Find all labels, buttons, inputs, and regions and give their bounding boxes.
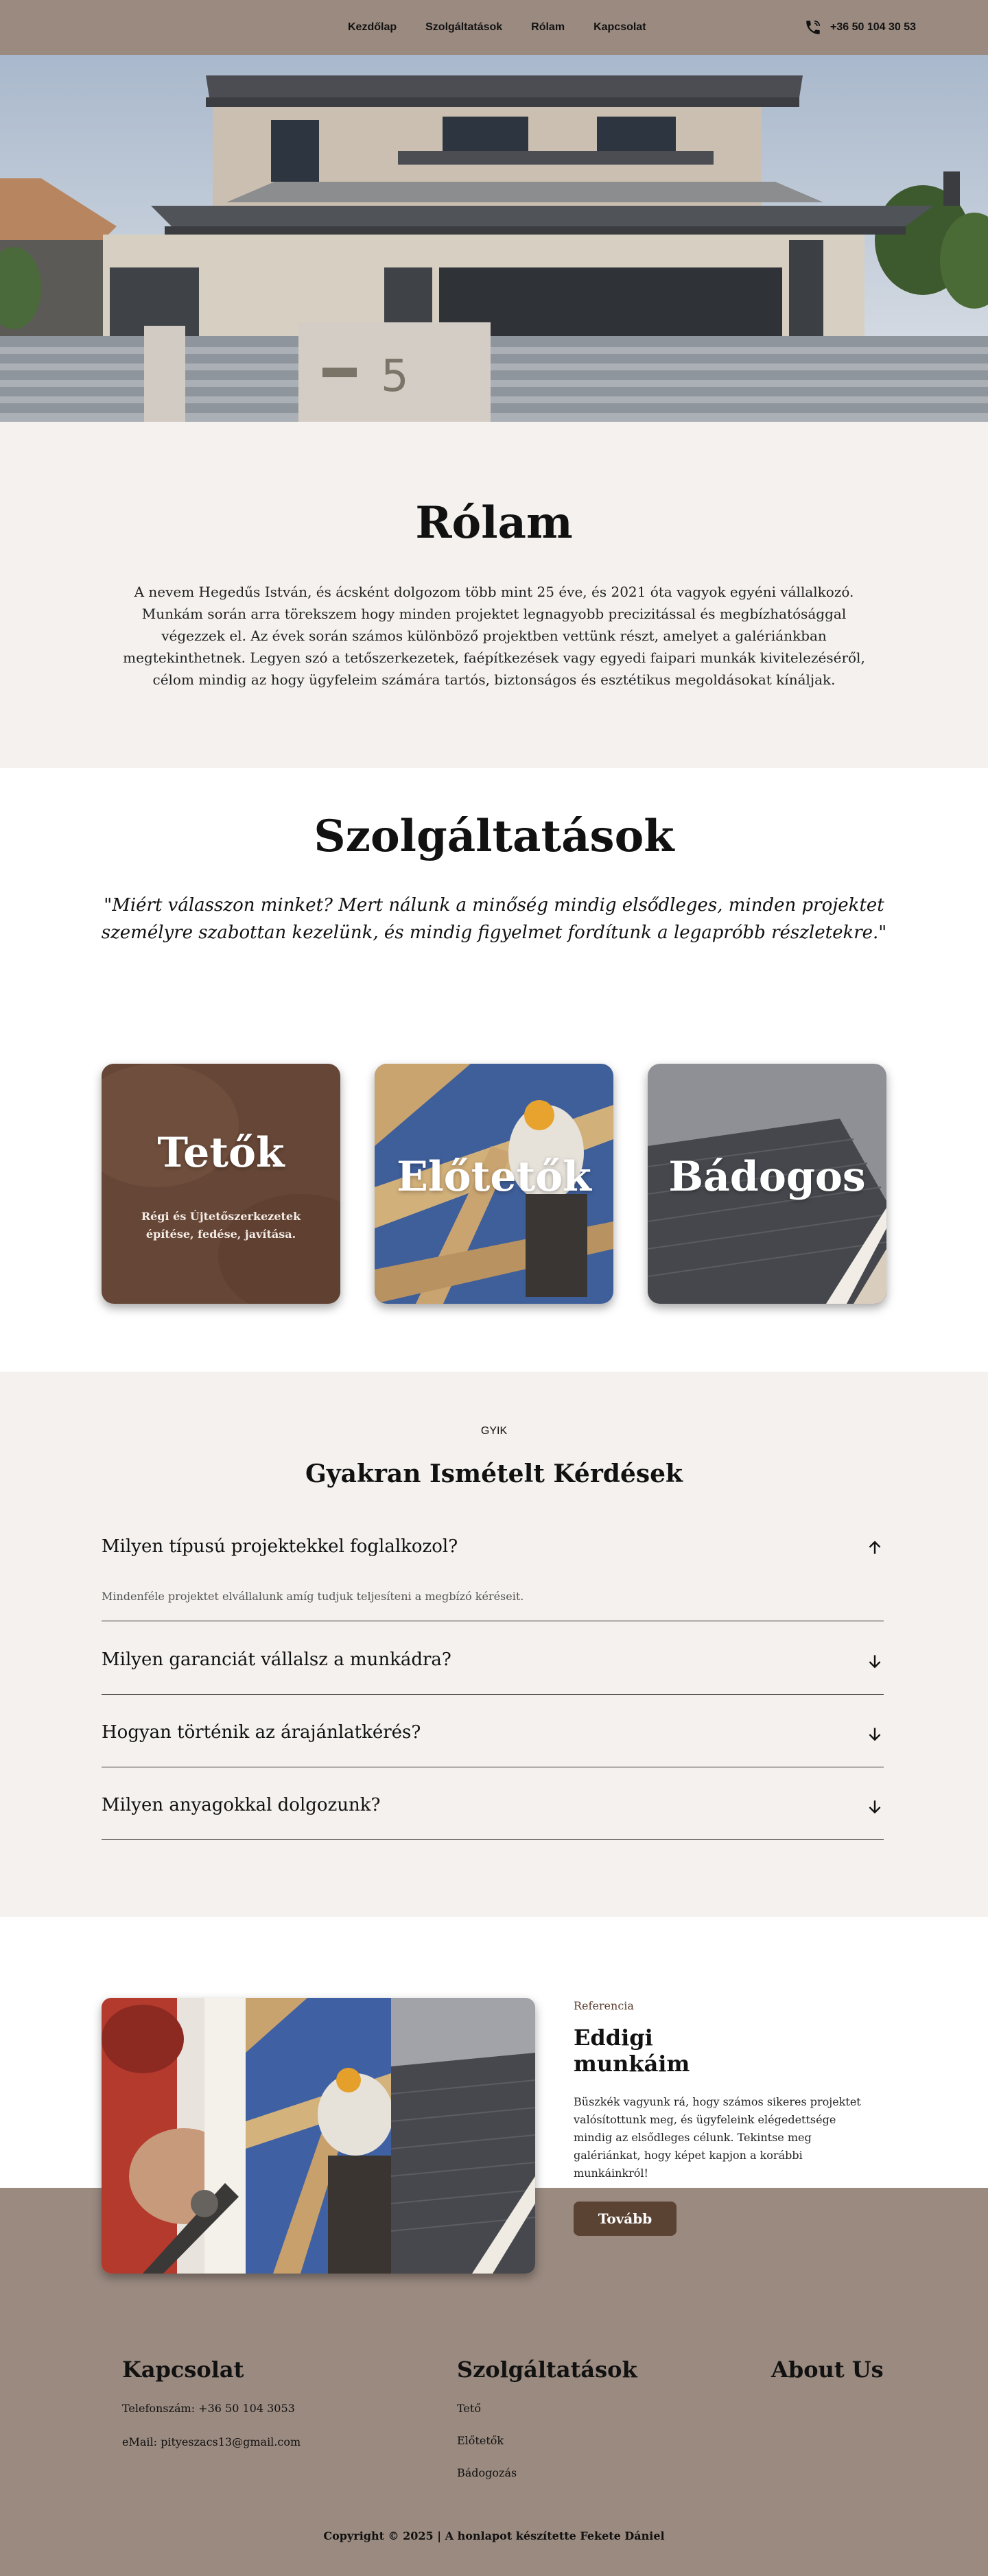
footer-link-tinsmith[interactable]: Bádogozás: [457, 2466, 637, 2479]
faq-answer: Mindenféle projektet elvállalunk amíg tu…: [102, 1590, 524, 1603]
nav-link-about[interactable]: Rólam: [531, 21, 565, 34]
about-title: Rólam: [415, 497, 573, 549]
reference-eyebrow: Referencia: [574, 1999, 634, 2012]
faq-question: Hogyan történik az árajánlatkérés?: [102, 1722, 421, 1743]
card-image-roofs: [102, 1064, 340, 1304]
reference-collage[interactable]: [102, 1998, 535, 2274]
faq-item[interactable]: Hogyan történik az árajánlatkérés?: [102, 1722, 884, 1767]
faq-section: GYIK Gyakran Ismételt Kérdések Milyen tí…: [0, 1372, 988, 1917]
service-card-roofs[interactable]: Tetők Régi és Újtetőszerkezetek építése,…: [102, 1064, 340, 1304]
service-card-title-canopies: Előtetők: [397, 1153, 591, 1201]
faq-item[interactable]: Milyen garanciát vállalsz a munkádra?: [102, 1649, 884, 1695]
arrow-down-icon: [869, 1800, 881, 1814]
nav-phone-number: +36 50 104 30 53: [830, 21, 917, 33]
faq-title: Gyakran Ismételt Kérdések: [305, 1459, 683, 1488]
footer-link-roof[interactable]: Tető: [457, 2402, 637, 2415]
house-number: 5: [381, 351, 409, 402]
nav-link-home[interactable]: Kezdőlap: [348, 21, 397, 34]
faq-item[interactable]: Milyen anyagokkal dolgozunk?: [102, 1795, 884, 1840]
copyright: Copyright © 2025 | A honlapot készítette…: [323, 2529, 665, 2542]
footer-about: About Us: [771, 2357, 884, 2402]
reference-text: Büszkék vagyunk rá, hogy számos sikeres …: [574, 2095, 861, 2180]
footer-services: Szolgáltatások Tető Előtetők Bádogozás: [457, 2357, 637, 2499]
footer-about-title[interactable]: About Us: [771, 2357, 884, 2383]
faq-question: Milyen anyagokkal dolgozunk?: [102, 1795, 381, 1815]
services-section: Szolgáltatások "Miért válasszon minket? …: [0, 768, 988, 1372]
phone-icon: [806, 20, 821, 34]
collage-image: [102, 1998, 535, 2274]
service-card-desc-roofs: Régi és Újtetőszerkezetek építése, fedés…: [141, 1210, 301, 1241]
footer-email[interactable]: eMail: pityeszacs13@gmail.com: [122, 2435, 301, 2448]
about-section: Rólam A nevem Hegedűs István, és ácsként…: [0, 422, 988, 768]
top-nav: Kezdőlap Szolgáltatások Rólam Kapcsolat …: [0, 0, 988, 55]
house-illustration: 5: [0, 55, 988, 422]
footer-contact: Kapcsolat Telefonszám: +36 50 104 3053 e…: [122, 2357, 301, 2469]
footer-link-canopies[interactable]: Előtetők: [457, 2434, 637, 2447]
service-card-title-tinsmith: Bádogos: [668, 1153, 866, 1201]
reference-text-block: Referencia Eddigi munkáim Büszkék vagyun…: [574, 1999, 875, 2236]
reference-title: Eddigi munkáim: [574, 2025, 690, 2077]
service-card-canopies[interactable]: Előtetők: [375, 1064, 613, 1304]
service-card-tinsmith[interactable]: Bádogos: [648, 1064, 886, 1304]
services-title: Szolgáltatások: [314, 811, 674, 862]
footer-services-title: Szolgáltatások: [457, 2357, 637, 2383]
faq-eyebrow: GYIK: [480, 1425, 508, 1437]
services-quote: "Miért válasszon minket? Mert nálunk a m…: [101, 895, 887, 943]
faq-item[interactable]: Milyen típusú projektekkel foglalkozol? …: [102, 1536, 884, 1621]
footer-phone: Telefonszám: +36 50 104 3053: [122, 2402, 295, 2415]
nav-links: Kezdőlap Szolgáltatások Rólam Kapcsolat: [348, 0, 646, 55]
about-text: A nevem Hegedűs István, és ácsként dolgo…: [123, 584, 865, 688]
faq-question: Milyen típusú projektekkel foglalkozol?: [102, 1536, 458, 1557]
hero-image: 5: [0, 55, 988, 422]
more-button[interactable]: Tovább: [574, 2202, 677, 2236]
footer-contact-title: Kapcsolat: [122, 2357, 244, 2383]
faq-question: Milyen garanciát vállalsz a munkádra?: [102, 1649, 451, 1670]
service-card-title-roofs: Tetők: [157, 1129, 285, 1177]
arrow-up-icon: [869, 1540, 881, 1554]
nav-link-contact[interactable]: Kapcsolat: [593, 21, 646, 34]
arrow-down-icon: [869, 1728, 881, 1741]
nav-link-services[interactable]: Szolgáltatások: [425, 21, 502, 34]
nav-phone[interactable]: +36 50 104 30 53: [804, 0, 916, 55]
arrow-down-icon: [869, 1655, 881, 1669]
